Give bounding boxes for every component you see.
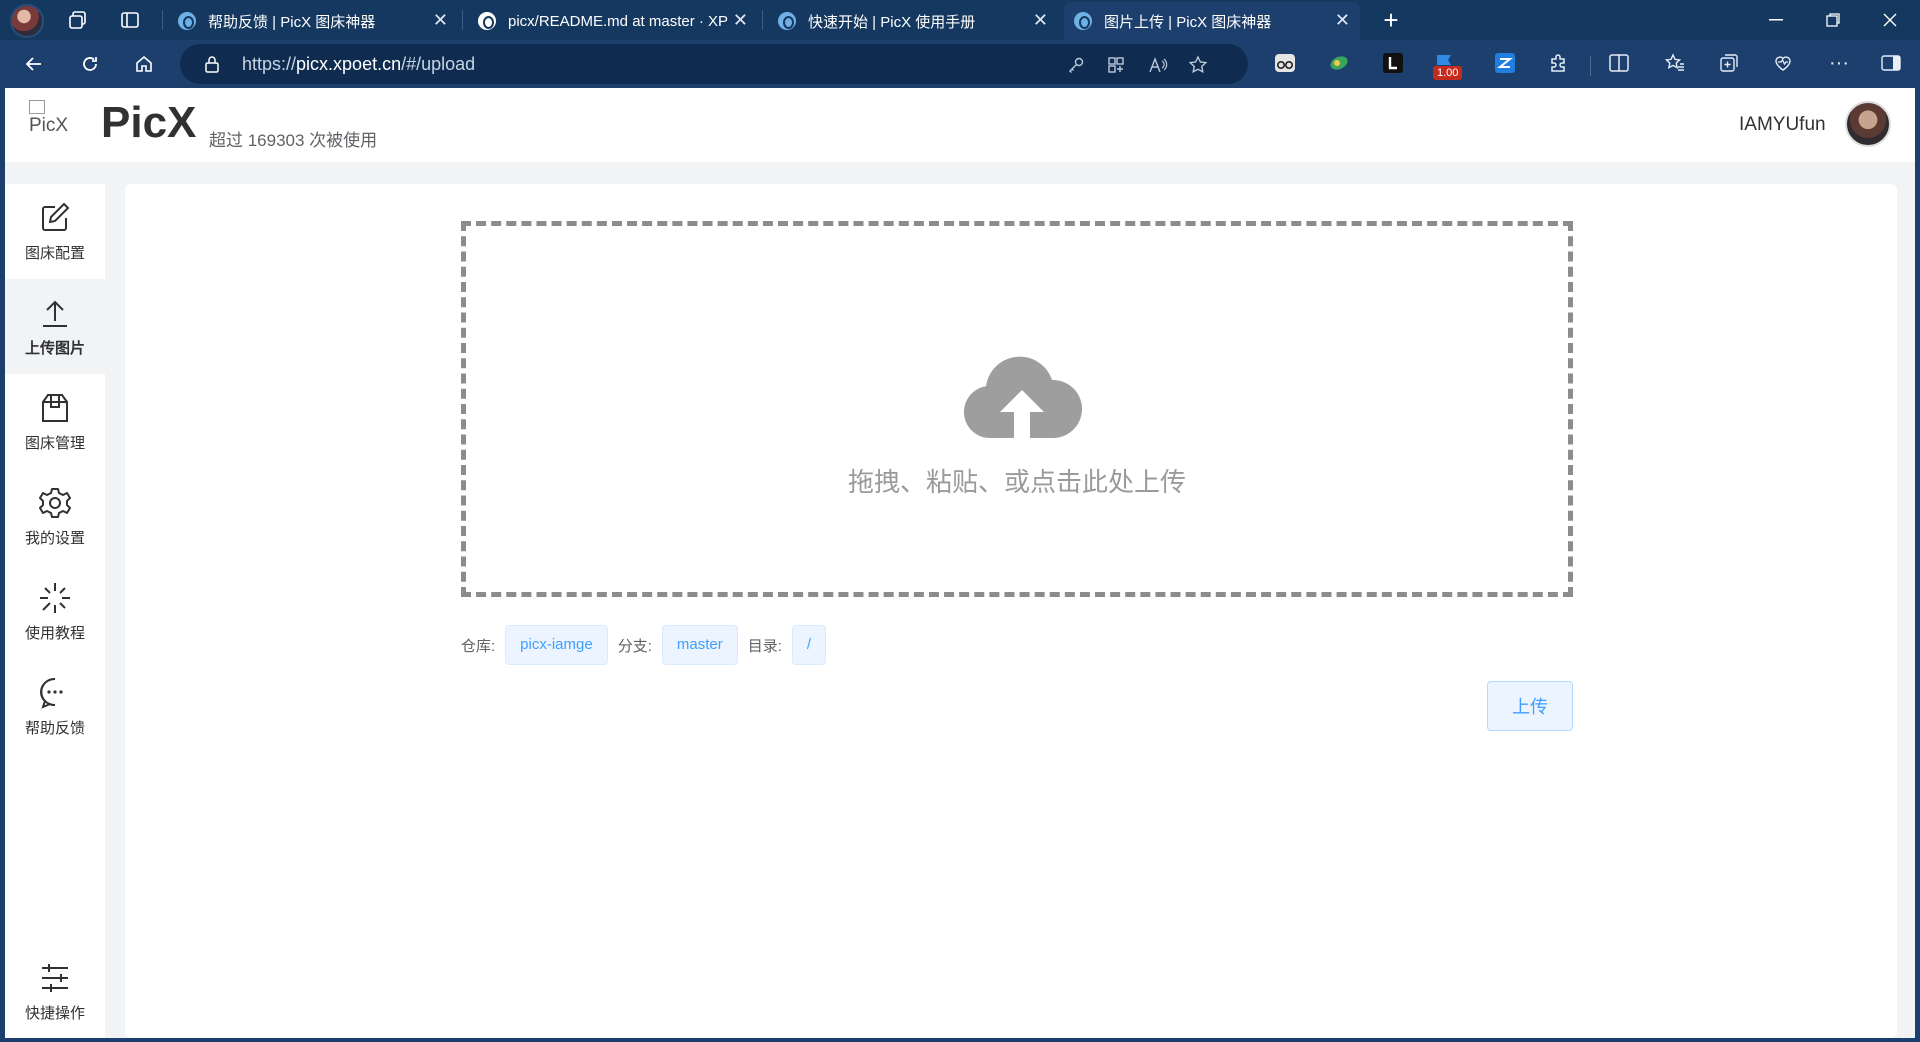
close-icon[interactable]: ✕ bbox=[1033, 10, 1048, 31]
edit-icon bbox=[42, 202, 70, 231]
minimize-button[interactable] bbox=[1748, 0, 1804, 40]
sparkle-icon bbox=[40, 583, 70, 613]
read-aloud-icon[interactable] bbox=[1144, 52, 1172, 78]
sliders-icon bbox=[42, 964, 68, 992]
restore-button[interactable] bbox=[1805, 0, 1861, 40]
upload-icon bbox=[43, 300, 67, 327]
sidebar-item-label: 图床配置 bbox=[24, 245, 85, 262]
sidebar-item-label: 帮助反馈 bbox=[24, 720, 85, 737]
address-bar[interactable]: https://picx.xpoet.cn/#/upload bbox=[180, 44, 1248, 84]
browser-essentials-icon[interactable] bbox=[1768, 48, 1798, 78]
sidebar-item-label: 图床管理 bbox=[24, 435, 85, 452]
tab-actions-icon[interactable] bbox=[114, 4, 146, 36]
sidebar-item-image-hosting-config[interactable]: 图床配置 bbox=[5, 184, 105, 279]
picx-icon bbox=[778, 12, 796, 30]
picx-icon bbox=[178, 12, 196, 30]
directory-tag: / bbox=[791, 625, 827, 665]
browser-toolbar: https://picx.xpoet.cn/#/upload 1.00 ··· bbox=[0, 40, 1920, 88]
l-extension-icon[interactable] bbox=[1378, 48, 1408, 78]
sidebar-item-quick-actions[interactable]: 快捷操作 bbox=[5, 944, 105, 1039]
brand-title[interactable]: PicX bbox=[101, 98, 196, 148]
logo-alt-text: PicX bbox=[29, 115, 69, 136]
extension-badge: 1.00 bbox=[1433, 66, 1463, 80]
tab-title: 图片上传 | PicX 图床神器 bbox=[1104, 13, 1272, 31]
upload-panel: 拖拽、粘贴、或点击此处上传 仓库: picx-iamge 分支: master … bbox=[125, 184, 1897, 1038]
sidebar-item-image-management[interactable]: 图床管理 bbox=[5, 374, 105, 469]
leaf-extension-icon[interactable] bbox=[1324, 48, 1354, 78]
home-button[interactable] bbox=[126, 48, 162, 80]
key-icon[interactable] bbox=[1062, 52, 1090, 78]
favorite-star-icon[interactable] bbox=[1184, 52, 1212, 78]
sidebar: 图床配置 上传图片 图床管理 我的设置 使用教程 帮助反馈 快捷操作 bbox=[5, 184, 105, 1038]
back-button[interactable] bbox=[16, 48, 52, 80]
tab-separator bbox=[762, 10, 763, 30]
browser-profile-avatar[interactable] bbox=[10, 4, 44, 38]
branch-tag: master bbox=[661, 625, 738, 665]
tab-image-upload[interactable]: 图片上传 | PicX 图床神器 ✕ bbox=[1064, 2, 1360, 40]
gear-icon bbox=[39, 488, 71, 518]
close-icon[interactable]: ✕ bbox=[1335, 10, 1350, 31]
apps-icon[interactable] bbox=[1102, 52, 1130, 78]
url-text[interactable]: https://picx.xpoet.cn/#/upload bbox=[242, 54, 475, 75]
tab-separator bbox=[462, 10, 463, 30]
upload-button[interactable]: 上传 bbox=[1487, 681, 1573, 731]
favorites-icon[interactable] bbox=[1660, 48, 1690, 78]
upload-dropzone[interactable]: 拖拽、粘贴、或点击此处上传 bbox=[461, 221, 1573, 597]
tab-title: picx/README.md at master · XPo bbox=[508, 12, 728, 30]
cloud-upload-icon bbox=[963, 356, 1082, 439]
app-header: PicX PicX 超过 169303 次被使用 IAMYUfun bbox=[5, 88, 1915, 162]
sidebar-item-label: 我的设置 bbox=[24, 530, 85, 547]
close-icon[interactable]: ✕ bbox=[433, 10, 448, 31]
new-tab-button[interactable]: + bbox=[1375, 4, 1407, 36]
dropzone-hint-text: 拖拽、粘贴、或点击此处上传 bbox=[847, 467, 1186, 497]
user-avatar[interactable] bbox=[1845, 101, 1891, 147]
logo-image[interactable]: PicX bbox=[29, 100, 79, 144]
page: PicX PicX 超过 169303 次被使用 IAMYUfun 图床配置 上… bbox=[5, 88, 1915, 1038]
sidebar-item-help-feedback[interactable]: 帮助反馈 bbox=[5, 659, 105, 754]
sidebar-item-label: 上传图片 bbox=[24, 340, 85, 357]
workspaces-icon[interactable] bbox=[62, 4, 94, 36]
tab-help-feedback[interactable]: 帮助反馈 | PicX 图床神器 ✕ bbox=[168, 2, 458, 40]
tab-title: 帮助反馈 | PicX 图床神器 bbox=[208, 13, 376, 31]
broken-image-icon bbox=[29, 100, 45, 114]
package-icon bbox=[42, 394, 68, 422]
split-screen-icon[interactable] bbox=[1604, 48, 1634, 78]
close-window-button[interactable] bbox=[1862, 0, 1918, 40]
directory-label: 目录: bbox=[747, 637, 782, 655]
toolbar-separator bbox=[1590, 56, 1591, 76]
upload-target-info: 仓库: picx-iamge 分支: master 目录: / bbox=[461, 625, 836, 665]
sidebar-item-upload-images[interactable]: 上传图片 bbox=[5, 279, 105, 374]
close-icon[interactable]: ✕ bbox=[733, 10, 748, 31]
sidebar-toggle-icon[interactable] bbox=[1876, 48, 1906, 78]
branch-label: 分支: bbox=[617, 637, 652, 655]
sidebar-item-tutorial[interactable]: 使用教程 bbox=[5, 564, 105, 659]
usage-count-text: 超过 169303 次被使用 bbox=[209, 131, 378, 150]
chat-icon bbox=[40, 677, 63, 709]
glasses-extension-icon[interactable] bbox=[1270, 48, 1300, 78]
tab-github-readme[interactable]: picx/README.md at master · XPo ✕ bbox=[468, 2, 758, 40]
more-menu-icon[interactable]: ··· bbox=[1824, 48, 1854, 78]
extensions-puzzle-icon[interactable] bbox=[1544, 48, 1574, 78]
refresh-button[interactable] bbox=[72, 48, 108, 80]
username[interactable]: IAMYUfun bbox=[1739, 114, 1826, 136]
lock-icon[interactable] bbox=[204, 55, 220, 73]
sidebar-item-label: 使用教程 bbox=[24, 625, 85, 642]
repo-label: 仓库: bbox=[461, 637, 496, 655]
z-extension-icon[interactable] bbox=[1490, 48, 1520, 78]
tab-title: 快速开始 | PicX 使用手册 bbox=[808, 13, 976, 31]
sidebar-item-my-settings[interactable]: 我的设置 bbox=[5, 469, 105, 564]
tab-quick-start[interactable]: 快速开始 | PicX 使用手册 ✕ bbox=[768, 2, 1058, 40]
sidebar-item-label: 快捷操作 bbox=[24, 1005, 85, 1022]
picx-icon bbox=[1074, 12, 1092, 30]
repo-tag: picx-iamge bbox=[505, 625, 608, 665]
github-icon bbox=[478, 12, 496, 30]
browser-titlebar: 帮助反馈 | PicX 图床神器 ✕ picx/README.md at mas… bbox=[0, 0, 1920, 40]
tab-separator bbox=[162, 10, 163, 30]
collections-icon[interactable] bbox=[1714, 48, 1744, 78]
